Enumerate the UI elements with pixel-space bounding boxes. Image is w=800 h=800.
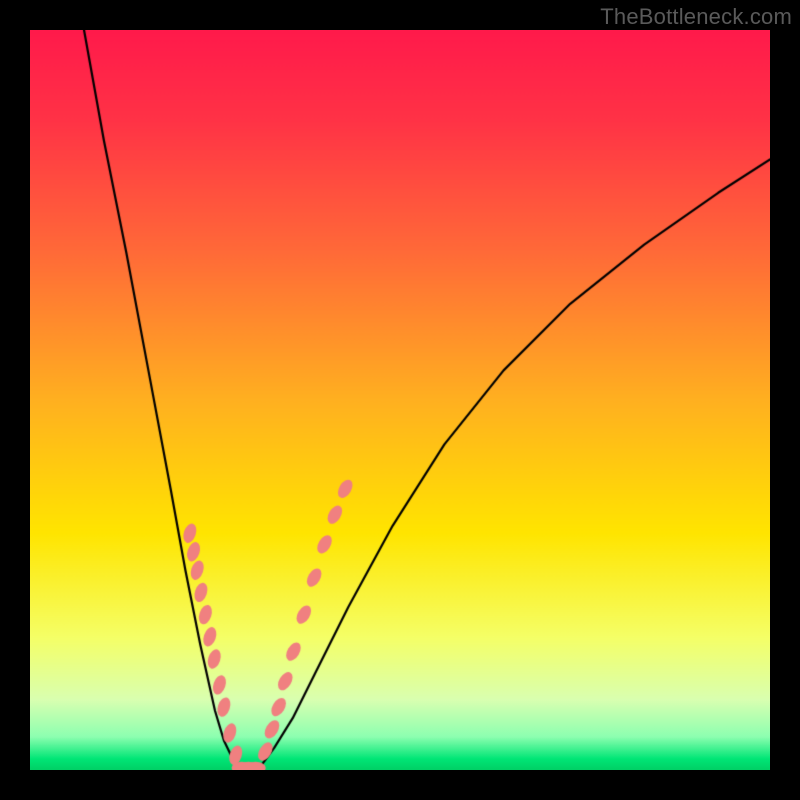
bottleneck-plot bbox=[30, 30, 770, 770]
watermark-text: TheBottleneck.com bbox=[600, 4, 792, 30]
chart-frame: TheBottleneck.com bbox=[0, 0, 800, 800]
